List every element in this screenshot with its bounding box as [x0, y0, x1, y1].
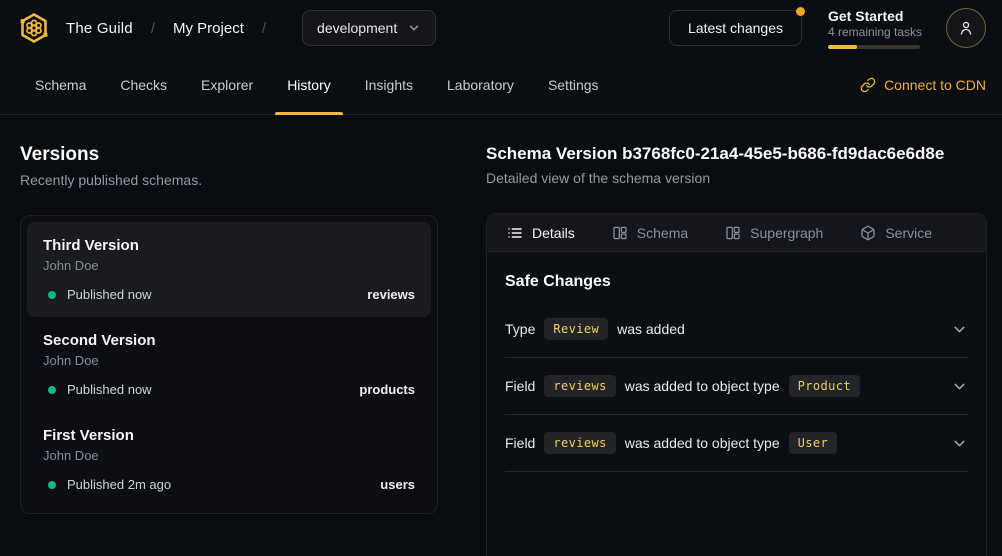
change-row[interactable]: Field reviews was added to object type P… — [505, 358, 968, 415]
change-code-badge: Review — [544, 318, 608, 340]
change-prefix: Field — [505, 435, 535, 451]
app-page: The Guild / My Project / development Lat… — [0, 0, 1002, 556]
version-list-item[interactable]: First Version John Doe Published 2m ago … — [27, 412, 431, 507]
version-author: John Doe — [43, 257, 415, 274]
version-name: Second Version — [43, 331, 415, 350]
hive-logo-icon[interactable] — [16, 10, 52, 46]
change-text: was added to object type — [625, 378, 780, 394]
tab-schema-label: Schema — [637, 225, 688, 241]
safe-changes-heading: Safe Changes — [505, 273, 968, 291]
version-list-item[interactable]: Third Version John Doe Published now rev… — [27, 222, 431, 317]
versions-list: Third Version John Doe Published now rev… — [20, 215, 438, 514]
change-code-badge: reviews — [544, 432, 615, 454]
schema-version-detail-box: Details Schema — [486, 213, 987, 556]
connect-to-cdn-label: Connect to CDN — [884, 77, 986, 93]
latest-changes-button[interactable]: Latest changes — [669, 10, 802, 46]
versions-subtitle: Recently published schemas. — [20, 172, 438, 188]
published-dot-icon — [48, 481, 56, 489]
tab-laboratory[interactable]: Laboratory — [435, 56, 526, 114]
tab-checks[interactable]: Checks — [108, 56, 179, 114]
user-avatar[interactable] — [946, 8, 986, 48]
chevron-down-icon — [407, 21, 421, 35]
list-icon — [507, 225, 523, 241]
get-started-subtitle: 4 remaining tasks — [828, 25, 920, 40]
changes-content: Safe Changes Type Review was added Field… — [487, 252, 986, 472]
user-icon — [957, 19, 975, 37]
tab-details[interactable]: Details — [507, 225, 575, 241]
tab-history[interactable]: History — [275, 56, 343, 114]
link-icon — [860, 77, 876, 93]
chevron-down-icon[interactable] — [951, 378, 968, 395]
project-name[interactable]: My Project — [173, 20, 244, 37]
version-status: Published now — [67, 382, 152, 397]
version-status: Published now — [67, 287, 152, 302]
tab-supergraph-label: Supergraph — [750, 225, 823, 241]
connect-to-cdn-button[interactable]: Connect to CDN — [860, 56, 986, 114]
version-meta: Published 2m ago users — [43, 477, 415, 492]
version-name: First Version — [43, 426, 415, 445]
change-code-badge: User — [789, 432, 838, 454]
tab-service[interactable]: Service — [860, 225, 932, 241]
breadcrumb-separator: / — [262, 20, 266, 37]
tab-schema[interactable]: Schema — [23, 56, 98, 114]
version-author: John Doe — [43, 447, 415, 464]
get-started-progressbar — [828, 45, 920, 49]
schema-version-subtitle: Detailed view of the schema version — [486, 170, 987, 186]
get-started-title: Get Started — [828, 8, 920, 25]
change-text: was added — [617, 321, 685, 337]
schema-version-panel: Schema Version b3768fc0-21a4-45e5-b686-f… — [462, 115, 1002, 556]
chevron-down-icon[interactable] — [951, 321, 968, 338]
panels-icon — [612, 225, 628, 241]
version-list-item[interactable]: Second Version John Doe Published now pr… — [27, 317, 431, 412]
published-dot-icon — [48, 291, 56, 299]
tab-details-label: Details — [532, 225, 575, 241]
version-service: products — [359, 382, 415, 397]
notification-dot — [796, 7, 805, 16]
version-service: reviews — [367, 287, 415, 302]
tab-service-label: Service — [885, 225, 932, 241]
published-dot-icon — [48, 386, 56, 394]
breadcrumb-separator: / — [151, 20, 155, 37]
tab-settings[interactable]: Settings — [536, 56, 611, 114]
target-select[interactable]: development — [302, 10, 436, 46]
version-service: users — [380, 477, 415, 492]
versions-title: Versions — [20, 144, 438, 166]
header-right: Latest changes Get Started 4 remaining t… — [669, 8, 986, 49]
cube-icon — [860, 225, 876, 241]
change-prefix: Field — [505, 378, 535, 394]
project-nav: Schema Checks Explorer History Insights … — [0, 56, 1002, 115]
latest-changes-label: Latest changes — [688, 20, 783, 36]
top-header: The Guild / My Project / development Lat… — [0, 0, 1002, 56]
tab-schema-view[interactable]: Schema — [612, 225, 688, 241]
target-select-value: development — [317, 20, 397, 36]
version-meta: Published now products — [43, 382, 415, 397]
schema-version-title: Schema Version b3768fc0-21a4-45e5-b686-f… — [486, 144, 987, 164]
breadcrumb: The Guild / My Project / development — [16, 10, 436, 46]
org-name[interactable]: The Guild — [66, 20, 133, 37]
main-content: Versions Recently published schemas. Thi… — [0, 115, 1002, 556]
version-status: Published 2m ago — [67, 477, 171, 492]
version-name: Third Version — [43, 236, 415, 255]
tab-insights[interactable]: Insights — [353, 56, 425, 114]
change-code-badge: reviews — [544, 375, 615, 397]
versions-panel: Versions Recently published schemas. Thi… — [0, 115, 462, 556]
tab-supergraph[interactable]: Supergraph — [725, 225, 823, 241]
change-row[interactable]: Field reviews was added to object type U… — [505, 415, 968, 472]
get-started-progress-fill — [828, 45, 857, 49]
version-meta: Published now reviews — [43, 287, 415, 302]
tab-explorer[interactable]: Explorer — [189, 56, 265, 114]
panels-icon — [725, 225, 741, 241]
detail-tabs: Details Schema — [487, 214, 986, 252]
change-code-badge: Product — [789, 375, 860, 397]
nav-tabs: Schema Checks Explorer History Insights … — [23, 56, 611, 114]
get-started-widget[interactable]: Get Started 4 remaining tasks — [828, 8, 920, 49]
chevron-down-icon[interactable] — [951, 435, 968, 452]
version-author: John Doe — [43, 352, 415, 369]
change-prefix: Type — [505, 321, 535, 337]
change-text: was added to object type — [625, 435, 780, 451]
change-row[interactable]: Type Review was added — [505, 301, 968, 358]
